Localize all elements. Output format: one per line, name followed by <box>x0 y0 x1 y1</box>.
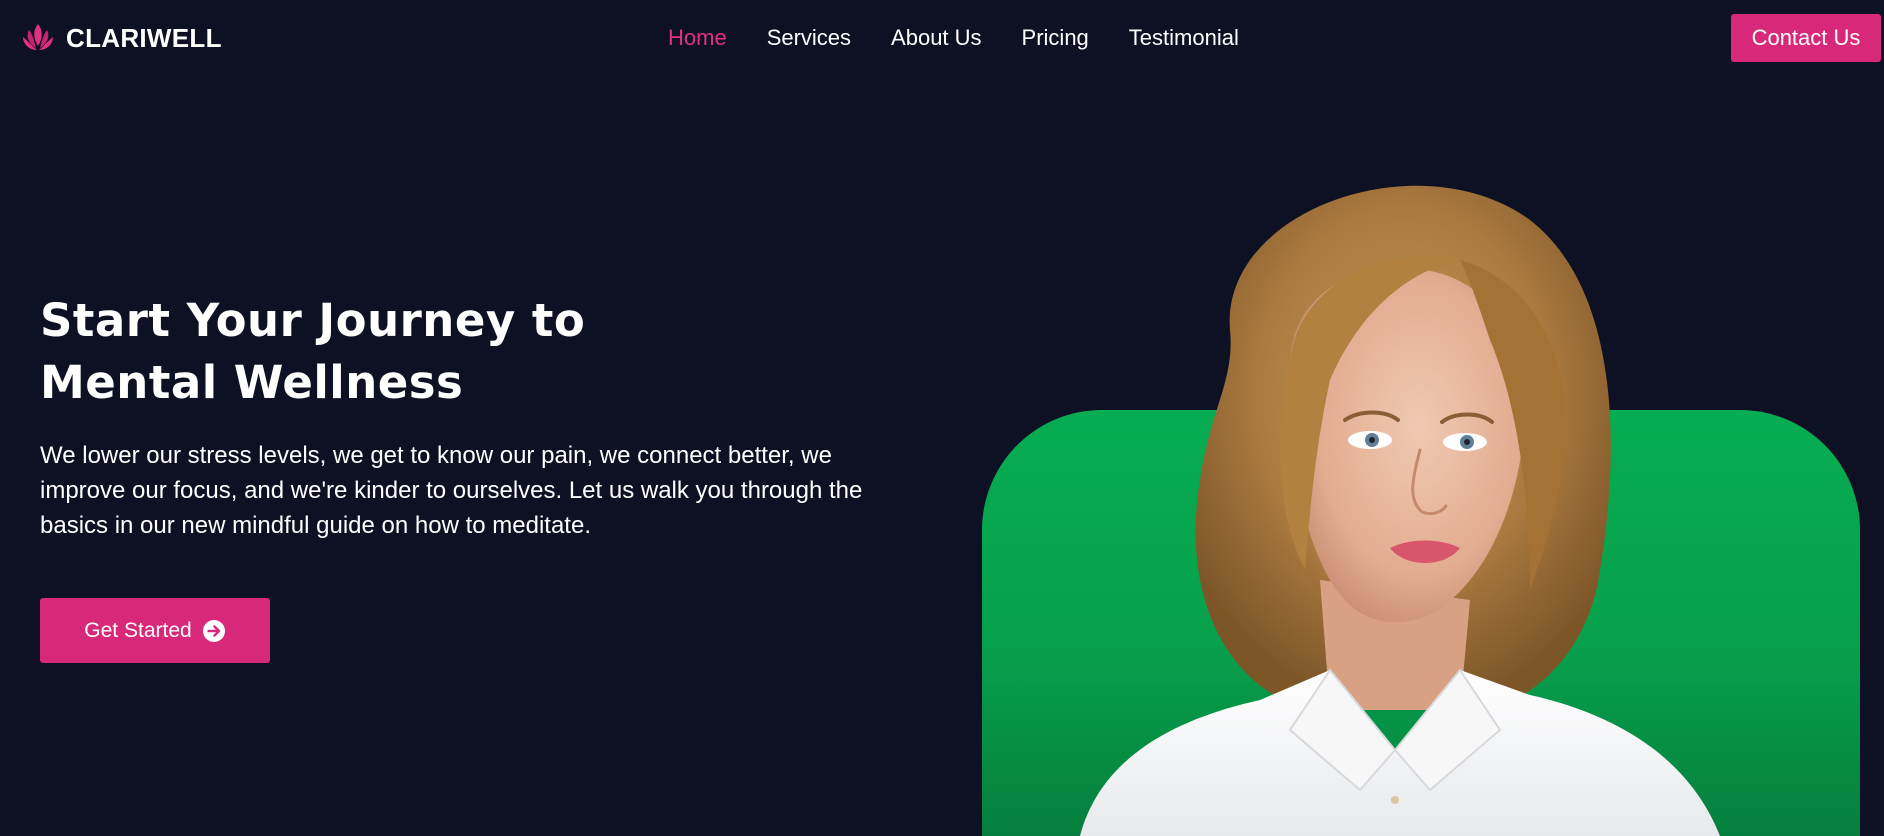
nav-item-home[interactable]: Home <box>668 25 727 51</box>
hero-portrait-image <box>1060 150 1740 836</box>
portrait-illustration <box>1080 185 1720 836</box>
site-header: CLARIWELL Home Services About Us Pricing… <box>0 0 1884 76</box>
nav-item-testimonial[interactable]: Testimonial <box>1129 25 1239 51</box>
hero-title: Start Your Journey to Mental Wellness <box>40 290 900 414</box>
brand-name: CLARIWELL <box>66 22 222 53</box>
hero-title-line-2: Mental Wellness <box>40 356 464 409</box>
main-nav: Home Services About Us Pricing Testimoni… <box>668 22 1239 54</box>
get-started-button[interactable]: Get Started <box>40 598 270 663</box>
nav-item-services[interactable]: Services <box>767 25 851 51</box>
hero-title-line-1: Start Your Journey to <box>40 294 586 347</box>
hero-description: We lower our stress levels, we get to kn… <box>40 442 863 539</box>
hero-content: Start Your Journey to Mental Wellness We… <box>40 290 900 543</box>
brand[interactable]: CLARIWELL <box>20 20 222 56</box>
get-started-label: Get Started <box>84 618 192 642</box>
nav-item-pricing[interactable]: Pricing <box>1022 25 1089 51</box>
arrow-right-circle-icon <box>202 619 225 642</box>
lotus-icon <box>23 24 53 50</box>
contact-us-button[interactable]: Contact Us <box>1731 14 1881 62</box>
nav-item-about-us[interactable]: About Us <box>891 25 982 51</box>
